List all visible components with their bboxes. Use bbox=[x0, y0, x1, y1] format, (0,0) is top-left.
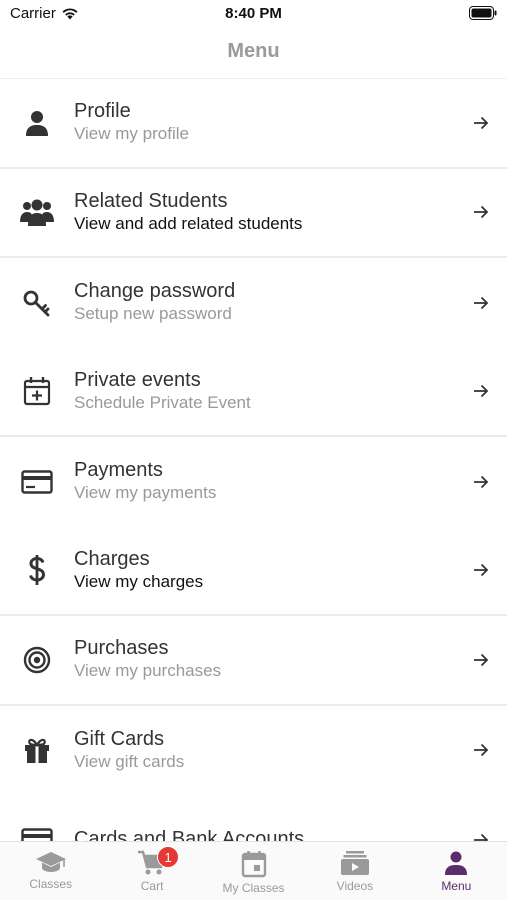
menu-item-title: Change password bbox=[74, 280, 236, 303]
person-icon bbox=[445, 851, 468, 875]
menu-item-subtitle: View my charges bbox=[74, 571, 204, 591]
tab-label: Menu bbox=[441, 879, 472, 893]
tab-menu[interactable]: Menu bbox=[406, 842, 507, 900]
gift-icon bbox=[0, 736, 74, 764]
tab-label: Videos bbox=[336, 879, 374, 893]
menu-item-private-events[interactable]: Private events Schedule Private Event bbox=[0, 347, 507, 437]
menu-item-title: Private events bbox=[74, 368, 201, 391]
status-bar: Carrier 8:40 PM bbox=[0, 0, 507, 28]
menu-item-title: Charges bbox=[74, 547, 150, 570]
menu-item-charges[interactable]: Charges View my charges bbox=[0, 526, 507, 616]
tab-videos[interactable]: Videos bbox=[304, 842, 405, 900]
tab-label: Classes bbox=[29, 877, 73, 891]
menu-item-gift-cards[interactable]: Gift Cards View gift cards bbox=[0, 705, 507, 795]
tab-cart[interactable]: 1 Cart bbox=[101, 842, 202, 900]
arrow-right-icon bbox=[455, 475, 507, 489]
menu-item-purchases[interactable]: Purchases View my purchases bbox=[0, 616, 507, 706]
menu-item-subtitle: View gift cards bbox=[74, 751, 185, 771]
battery-icon bbox=[469, 6, 497, 25]
target-icon bbox=[0, 646, 74, 674]
menu-item-title: Purchases bbox=[74, 637, 169, 660]
arrow-right-icon bbox=[455, 116, 507, 130]
tab-label: Cart bbox=[140, 879, 164, 893]
page-title: Menu bbox=[227, 40, 280, 62]
group-icon bbox=[0, 198, 74, 227]
cart-badge: 1 bbox=[157, 846, 180, 868]
menu-item-title: Payments bbox=[74, 459, 163, 482]
menu-item-subtitle: View and add related students bbox=[74, 213, 303, 233]
menu-item-subtitle: View my purchases bbox=[74, 661, 222, 681]
tab-my-classes[interactable]: My Classes bbox=[203, 842, 304, 900]
tab-label: My Classes bbox=[222, 881, 285, 895]
arrow-right-icon bbox=[455, 205, 507, 219]
menu-item-title: Cards and Bank Accounts bbox=[74, 828, 305, 841]
tab-bar: Classes 1 Cart My Classes Videos Menu bbox=[0, 841, 507, 900]
arrow-right-icon bbox=[455, 743, 507, 757]
credit-card-icon bbox=[0, 828, 74, 841]
menu-item-profile[interactable]: Profile View my profile bbox=[0, 79, 507, 169]
dollar-icon bbox=[0, 554, 74, 586]
menu-item-title: Related Students bbox=[74, 189, 228, 212]
arrow-right-icon bbox=[455, 833, 507, 841]
arrow-right-icon bbox=[455, 384, 507, 398]
menu-item-title: Gift Cards bbox=[74, 727, 165, 750]
menu-item-cards-bank-accounts[interactable]: Cards and Bank Accounts bbox=[0, 795, 507, 841]
menu-list[interactable]: Profile View my profile Related Students… bbox=[0, 79, 507, 841]
arrow-right-icon bbox=[455, 296, 507, 310]
key-icon bbox=[0, 289, 74, 317]
menu-item-related-students[interactable]: Related Students View and add related st… bbox=[0, 168, 507, 258]
menu-item-subtitle: Schedule Private Event bbox=[74, 392, 251, 412]
menu-item-title: Profile bbox=[74, 100, 131, 123]
menu-item-subtitle: View my payments bbox=[74, 483, 217, 503]
menu-item-subtitle: Setup new password bbox=[74, 304, 232, 324]
credit-card-icon bbox=[0, 470, 74, 494]
calendar-plus-icon bbox=[0, 376, 74, 406]
arrow-right-icon bbox=[455, 653, 507, 667]
calendar-icon bbox=[241, 851, 266, 878]
status-time: 8:40 PM bbox=[225, 5, 282, 22]
person-icon bbox=[0, 109, 74, 137]
arrow-right-icon bbox=[455, 563, 507, 577]
menu-item-payments[interactable]: Payments View my payments bbox=[0, 437, 507, 527]
tab-classes[interactable]: Classes bbox=[0, 842, 101, 900]
graduation-cap-icon bbox=[35, 852, 66, 872]
menu-item-change-password[interactable]: Change password Setup new password bbox=[0, 258, 507, 348]
video-library-icon bbox=[340, 851, 369, 875]
menu-item-subtitle: View my profile bbox=[74, 124, 189, 144]
